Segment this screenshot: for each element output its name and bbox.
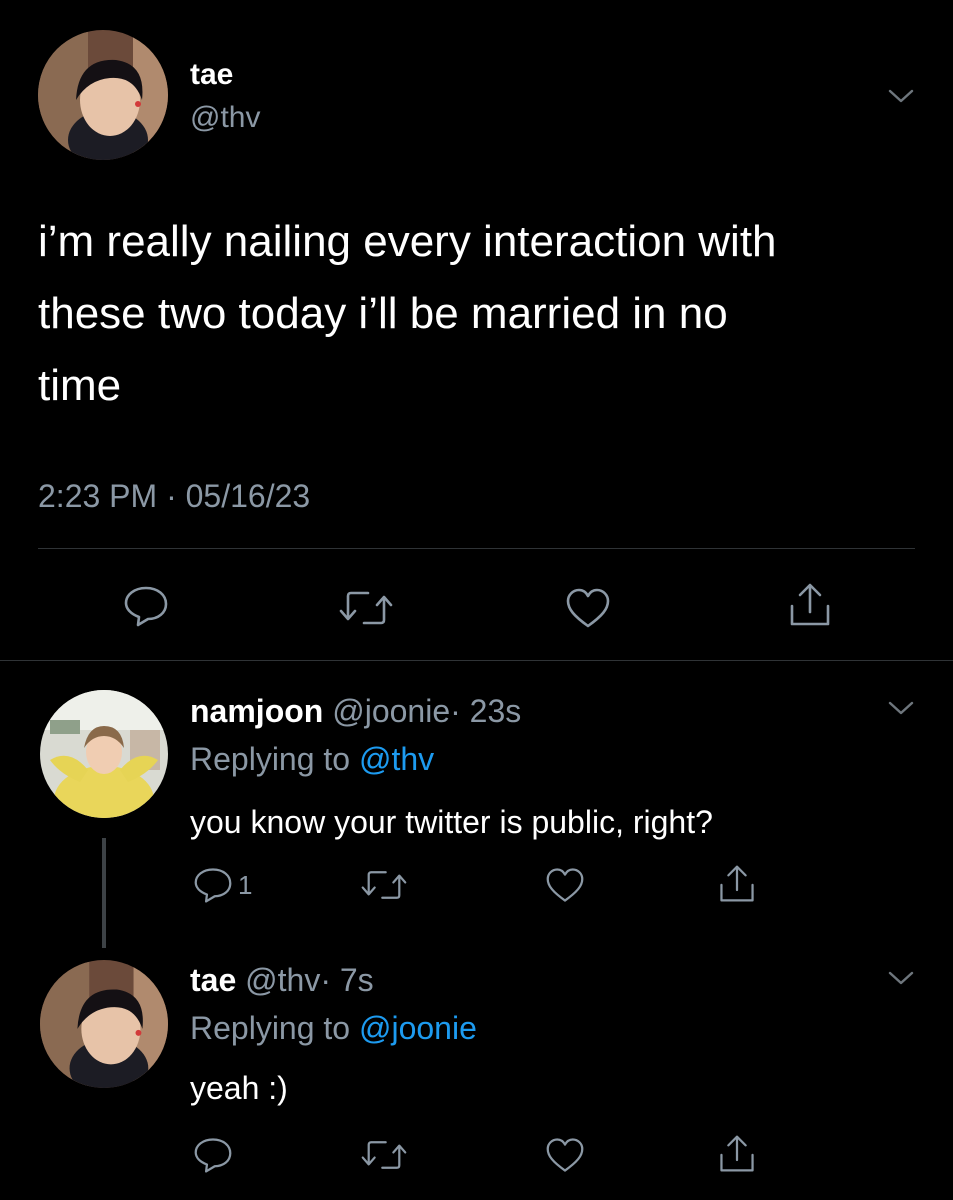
main-tweet-timestamp[interactable]: 2:23 PM · 05/16/23 [38,478,310,514]
main-tweet-text-line: time [38,361,122,410]
reply1-time[interactable]: · 23s [450,693,521,729]
main-tweet-display-name[interactable]: tae [190,58,233,92]
thread-connector-line [102,838,106,948]
reply1-heart-icon[interactable] [544,866,586,904]
reply1-avatar[interactable] [40,690,168,818]
reply1-handle[interactable]: @joonie [332,693,450,729]
reply1-share-icon[interactable] [718,864,756,904]
reply2-replying-handle-link[interactable]: @joonie [359,1010,477,1046]
reply1-reply-count: 1 [238,870,253,900]
reply2-share-icon[interactable] [718,1134,756,1174]
reply1-replying-handle-link[interactable]: @thv [359,741,434,777]
main-tweet-text-line: these two today i’ll be married in no [38,289,728,338]
reply2-chevron-down-icon[interactable] [886,968,916,988]
reply2-replying-to: Replying to @joonie [190,1009,477,1047]
main-tweet-text: i’m really nailing every interaction wit… [38,206,777,422]
reply2-display-name[interactable]: tae [190,962,236,998]
reply1-text: you know your twitter is public, right? [190,804,713,840]
reply2-retweet-icon[interactable] [360,1138,408,1172]
reply2-avatar[interactable] [40,960,168,1088]
main-tweet-avatar[interactable] [38,30,168,160]
reply1-reply-icon[interactable] [192,866,234,904]
main-tweet-divider [38,548,915,549]
reply1-display-name[interactable]: namjoon [190,693,323,729]
reply1-header: namjoon @joonie· 23s [190,692,521,730]
main-tweet-text-line: i’m really nailing every interaction wit… [38,217,777,266]
reply1-chevron-down-icon[interactable] [886,698,916,718]
reply2-handle[interactable]: @thv [245,962,320,998]
main-tweet-reply-icon[interactable] [122,584,170,628]
main-tweet-chevron-down-icon[interactable] [886,86,916,106]
reply1-replying-prefix: Replying to [190,741,351,777]
reply2-reply-icon[interactable] [192,1136,234,1174]
section-divider [0,660,953,661]
main-tweet-handle[interactable]: @thv [190,101,260,135]
main-tweet-retweet-icon[interactable] [338,588,394,628]
reply2-header: tae @thv· 7s [190,961,374,999]
reply1-retweet-icon[interactable] [360,868,408,902]
reply2-text: yeah :) [190,1070,288,1106]
reply2-heart-icon[interactable] [544,1136,586,1174]
main-tweet-share-icon[interactable] [788,582,832,628]
main-tweet-heart-icon[interactable] [564,586,612,630]
reply1-replying-to: Replying to @thv [190,740,434,778]
reply2-time[interactable]: · 7s [320,962,373,998]
reply2-replying-prefix: Replying to [190,1010,351,1046]
